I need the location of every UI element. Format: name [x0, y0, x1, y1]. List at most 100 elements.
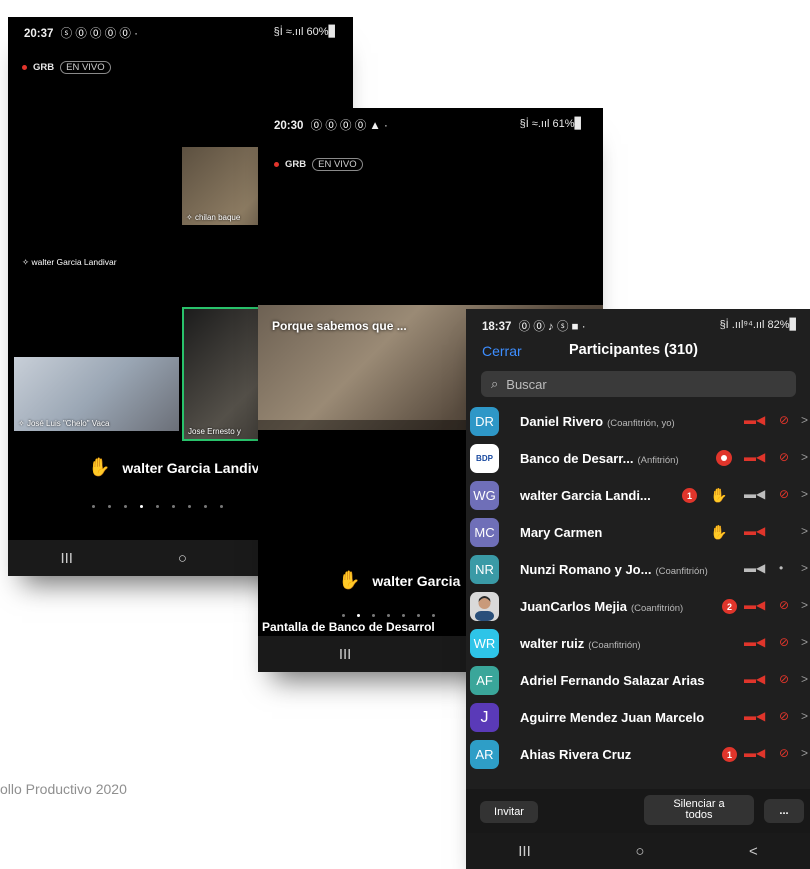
- raised-hand-icon: ✋: [88, 457, 111, 477]
- video-tile-label: ✧ José Luis "Chelo" Vaca: [18, 419, 110, 428]
- recents-button[interactable]: III: [518, 843, 531, 860]
- video-off-icon[interactable]: ▬◀: [744, 672, 765, 686]
- participant-row[interactable]: WG walter Garcia Landi... 1 ✋ ▬◀ ⊘ >: [466, 477, 810, 514]
- search-input[interactable]: ⌕ Buscar: [481, 371, 796, 397]
- avatar-logo: BDP: [470, 444, 499, 473]
- status-icons: ⓪ ⓪ ♪ ⓢ ■ ·: [518, 321, 586, 333]
- participant-row[interactable]: WR walter ruiz (Coanfitrión) ▬◀ ⊘ >: [466, 625, 810, 662]
- android-nav-bar: III ○ <: [466, 833, 810, 869]
- status-time: 20:37: [24, 28, 54, 40]
- participant-name: JuanCarlos Mejia (Coanfitrión): [520, 599, 684, 614]
- participant-row[interactable]: NR Nunzi Romano y Jo... (Coanfitrión) ▬◀ …: [466, 551, 810, 588]
- status-time: 20:30: [274, 120, 304, 132]
- participant-row[interactable]: J Aguirre Mendez Juan Marcelo ▬◀ ⊘ >: [466, 699, 810, 736]
- participant-row[interactable]: JuanCarlos Mejia (Coanfitrión) 2 ▬◀ ⊘ >: [466, 588, 810, 625]
- mic-muted-icon[interactable]: ⊘: [779, 413, 789, 427]
- mic-muted-icon[interactable]: ⊘: [779, 746, 789, 760]
- participant-name: walter Garcia Landi...: [520, 488, 651, 503]
- raised-hand-icon: ✋: [710, 487, 728, 503]
- screen-share-label: Pantalla de Banco de Desarrol: [262, 620, 435, 634]
- video-on-icon[interactable]: ▬◀: [744, 561, 765, 575]
- avatar: WR: [470, 629, 499, 658]
- chevron-right-icon[interactable]: >: [801, 709, 808, 723]
- recents-button[interactable]: III: [339, 646, 352, 663]
- video-off-icon[interactable]: ▬◀: [744, 709, 765, 723]
- video-off-icon[interactable]: ▬◀: [744, 746, 765, 760]
- live-grb-label: GRB: [33, 62, 55, 73]
- live-dot-icon: [22, 65, 27, 70]
- unread-badge: 1: [722, 747, 737, 762]
- avatar: J: [470, 703, 499, 732]
- close-button[interactable]: Cerrar: [482, 343, 522, 359]
- chevron-right-icon[interactable]: >: [801, 746, 808, 760]
- participant-row[interactable]: AF Adriel Fernando Salazar Arias ▬◀ ⊘ >: [466, 662, 810, 699]
- mic-muted-icon[interactable]: ⊘: [779, 450, 789, 464]
- video-caption: Porque sabemos que ...: [272, 319, 407, 333]
- live-badge: EN VIVO: [60, 61, 111, 74]
- chevron-right-icon[interactable]: >: [801, 598, 808, 612]
- status-bar-left: 18:37 ⓪ ⓪ ♪ ⓢ ■ ·: [482, 318, 586, 334]
- video-tile-2[interactable]: ✧ José Luis "Chelo" Vaca: [14, 357, 179, 431]
- participant-name: Mary Carmen: [520, 525, 603, 540]
- back-button[interactable]: <: [749, 843, 758, 860]
- mic-muted-icon[interactable]: ⊘: [779, 487, 789, 501]
- status-bar-left: 20:37 ⓢ ⓪ ⓪ ⓪ ⓪ ·: [24, 25, 138, 41]
- mic-muted-icon[interactable]: ⊘: [779, 709, 789, 723]
- raised-hand-banner: ✋ walter Garcia: [338, 570, 460, 591]
- live-indicator: GRB EN VIVO: [22, 61, 111, 74]
- chevron-right-icon[interactable]: >: [801, 524, 808, 538]
- video-off-icon[interactable]: ▬◀: [744, 524, 765, 538]
- participants-action-bar: Invitar Silenciar a todos ...: [466, 789, 810, 833]
- page-indicator: [92, 505, 223, 508]
- participant-row[interactable]: MC Mary Carmen ✋ ▬◀ >: [466, 514, 810, 551]
- home-button[interactable]: ○: [178, 550, 187, 567]
- raised-hand-name: walter Garcia: [372, 572, 461, 589]
- search-icon: ⌕: [491, 376, 499, 391]
- video-off-icon[interactable]: ▬◀: [744, 598, 765, 612]
- more-options-button[interactable]: ...: [764, 799, 804, 823]
- participant-name: Daniel Rivero (Coanfitrión, yo): [520, 414, 675, 429]
- home-button[interactable]: ○: [635, 843, 644, 860]
- phone-screenshot-3-participants: 18:37 ⓪ ⓪ ♪ ⓢ ■ · §İ .ııl⁹⁴.ııl 82%▊ Cer…: [466, 309, 810, 869]
- participant-name: Banco de Desarr... (Anfitrión): [520, 451, 679, 466]
- chevron-right-icon[interactable]: >: [801, 635, 808, 649]
- footer-text: ollo Productivo 2020: [0, 781, 127, 797]
- participant-row[interactable]: DR Daniel Rivero (Coanfitrión, yo) ▬◀ ⊘ >: [466, 403, 810, 440]
- participant-row[interactable]: BDP Banco de Desarr... (Anfitrión) ▬◀ ⊘ >: [466, 440, 810, 477]
- raised-hand-icon: ✋: [710, 524, 728, 540]
- participant-name-label: ✧ walter Garcia Landivar: [22, 257, 117, 267]
- avatar: AF: [470, 666, 499, 695]
- video-off-icon[interactable]: ▬◀: [744, 450, 765, 464]
- mic-muted-icon[interactable]: ⊘: [779, 598, 789, 612]
- search-placeholder: Buscar: [506, 376, 547, 392]
- status-time: 18:37: [482, 321, 512, 333]
- chevron-right-icon[interactable]: >: [801, 672, 808, 686]
- video-off-icon[interactable]: ▬◀: [744, 635, 765, 649]
- participant-name: Ahias Rivera Cruz: [520, 747, 632, 762]
- mic-muted-icon[interactable]: ⊘: [779, 672, 789, 686]
- live-grb-label: GRB: [285, 159, 307, 170]
- video-off-icon[interactable]: ▬◀: [744, 413, 765, 427]
- raised-hand-name: walter Garcia Landiv: [122, 459, 260, 476]
- mute-all-button[interactable]: Silenciar a todos: [644, 795, 754, 825]
- chevron-right-icon[interactable]: >: [801, 450, 808, 464]
- chevron-right-icon[interactable]: >: [801, 413, 808, 427]
- status-bar-right: §İ ≈.ııl 60%▊: [273, 26, 337, 38]
- video-tile-label: ✧ chilan baque: [186, 213, 241, 222]
- recents-button[interactable]: III: [60, 550, 73, 567]
- invite-button[interactable]: Invitar: [480, 801, 538, 823]
- live-indicator: GRB EN VIVO: [274, 158, 363, 171]
- status-bar-left: 20:30 ⓪ ⓪ ⓪ ⓪ ▲ ·: [274, 117, 388, 133]
- status-bar-right: §İ ≈.ııl 61%▊: [519, 118, 583, 130]
- participant-row[interactable]: AR Ahias Rivera Cruz 1 ▬◀ ⊘ >: [466, 736, 810, 773]
- chevron-right-icon[interactable]: >: [801, 487, 808, 501]
- status-icons: ⓪ ⓪ ⓪ ⓪ ▲ ·: [310, 120, 388, 132]
- video-on-icon[interactable]: ▬◀: [744, 487, 765, 501]
- mic-muted-icon[interactable]: ⊘: [779, 635, 789, 649]
- mic-icon[interactable]: •: [779, 561, 783, 575]
- unread-badge: 2: [722, 599, 737, 614]
- chevron-right-icon[interactable]: >: [801, 561, 808, 575]
- avatar: WG: [470, 481, 499, 510]
- participant-name: walter ruiz (Coanfitrión): [520, 636, 641, 651]
- avatar: DR: [470, 407, 499, 436]
